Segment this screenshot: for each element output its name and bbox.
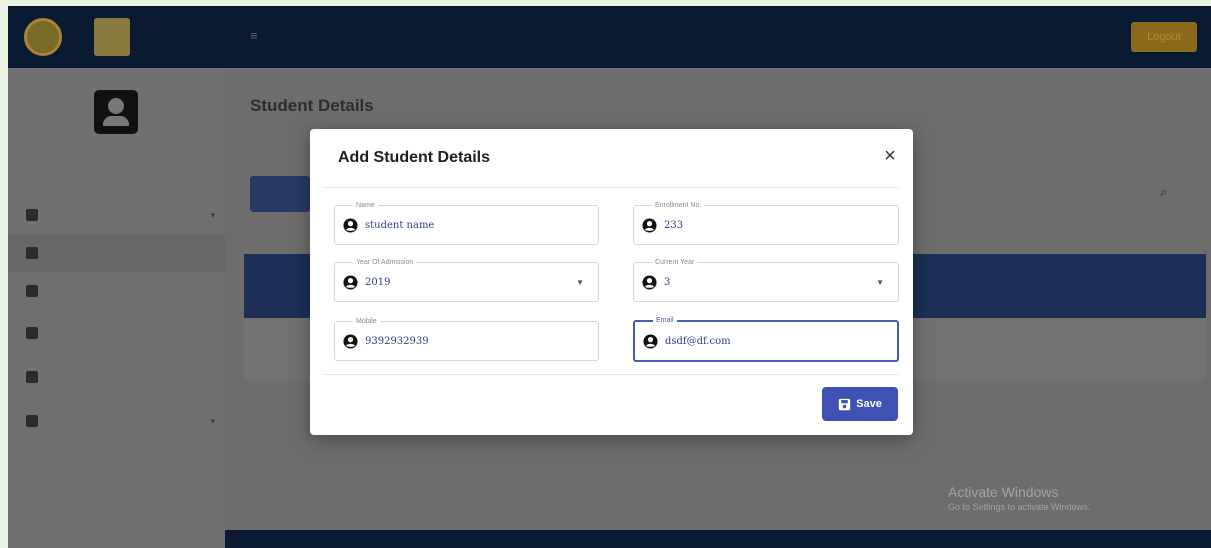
mobile-label: Mobile (353, 317, 380, 326)
settings-icon (26, 415, 38, 427)
name-label: Name (353, 201, 378, 210)
activate-windows-subtitle: Go to Settings to activate Windows. (948, 502, 1091, 512)
user-circle-icon (343, 334, 358, 349)
report-icon (26, 371, 38, 383)
menu-icon[interactable]: ≡ (250, 29, 264, 42)
current-year-label: Current Year (652, 258, 698, 267)
user-avatar-icon (94, 90, 138, 134)
logo-text (140, 24, 218, 52)
floppy-disk-icon (838, 398, 851, 410)
year-of-admission-select[interactable]: Year Of Admission 2019 ▼ (334, 258, 599, 302)
sidebar-item-1[interactable]: ▾ (8, 196, 225, 234)
year-of-admission-value[interactable]: 2019 (365, 277, 390, 288)
university-logo-icon (24, 18, 62, 56)
mobile-field[interactable]: Mobile 9392932939 (334, 317, 599, 361)
approval-icon (26, 285, 38, 297)
page-footer (225, 530, 1211, 548)
footer-divider (324, 374, 899, 375)
save-label: Save (856, 398, 882, 410)
email-label: Email (653, 316, 677, 325)
sidebar: ▾ ▾ (8, 68, 225, 548)
caret-down-icon[interactable]: ▼ (576, 278, 584, 287)
sidebar-item-3[interactable] (8, 272, 225, 310)
dashboard-icon (26, 209, 38, 221)
close-button[interactable]: × (879, 145, 901, 167)
user-circle-icon (643, 334, 658, 349)
enrollment-field[interactable]: Enrollment No. 233 (633, 201, 899, 245)
chevron-down-icon: ▾ (210, 415, 215, 426)
name-input[interactable]: student name (365, 220, 434, 231)
add-student-dialog: Add Student Details × Name student name … (310, 129, 913, 435)
activate-windows-watermark: Activate Windows Go to Settings to activ… (948, 484, 1090, 512)
sidebar-item-2[interactable] (8, 234, 225, 272)
sidebar-item-6[interactable]: ▾ (8, 402, 225, 440)
top-navbar: ≡ Logout (8, 6, 1211, 68)
enrollment-input[interactable]: 233 (664, 220, 683, 231)
dialog-title: Add Student Details (338, 149, 491, 166)
header-divider (324, 187, 899, 188)
save-button[interactable]: Save (822, 387, 898, 421)
assessment-icon (26, 327, 38, 339)
students-icon (26, 247, 38, 259)
user-circle-icon (642, 275, 657, 290)
enrollment-label: Enrollment No. (652, 201, 705, 210)
logout-button[interactable]: Logout (1131, 22, 1197, 52)
chevron-down-icon: ▾ (210, 209, 215, 220)
user-circle-icon (642, 218, 657, 233)
sidebar-item-5[interactable] (8, 358, 225, 396)
year-of-admission-label: Year Of Admission (353, 258, 417, 267)
add-student-button[interactable] (250, 176, 310, 212)
user-circle-icon (343, 218, 358, 233)
department-logo-icon (94, 18, 130, 56)
search-icon[interactable]: ⌕ (1160, 184, 1167, 200)
email-input[interactable]: dsdf@df.com (665, 336, 731, 347)
name-field[interactable]: Name student name (334, 201, 599, 245)
page-title: Student Details (250, 96, 374, 115)
mobile-input[interactable]: 9392932939 (365, 336, 429, 347)
current-year-select[interactable]: Current Year 3 ▼ (633, 258, 899, 302)
email-field[interactable]: Email dsdf@df.com (633, 316, 899, 362)
user-circle-icon (343, 275, 358, 290)
activate-windows-title: Activate Windows (948, 484, 1059, 500)
current-year-value[interactable]: 3 (664, 277, 670, 288)
sidebar-item-4[interactable] (8, 314, 225, 352)
caret-down-icon[interactable]: ▼ (876, 278, 884, 287)
